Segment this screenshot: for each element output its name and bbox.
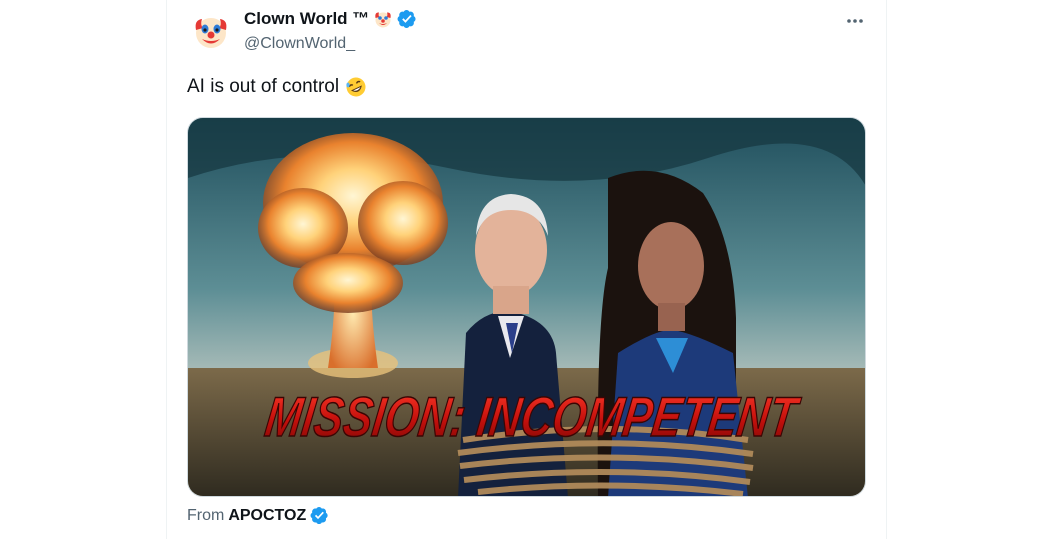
source-name[interactable]: APOCTOZ xyxy=(228,507,306,525)
source-prefix: From xyxy=(187,506,225,524)
display-name[interactable]: Clown World ™ xyxy=(244,9,369,29)
clown-emoji-icon xyxy=(375,12,391,28)
more-options-button[interactable] xyxy=(843,9,867,33)
author-handle[interactable]: @ClownWorld_ xyxy=(244,35,355,53)
tweet-text-content: AI is out of control xyxy=(187,76,340,97)
tweet-column: Clown World ™ @ClownWorld_ AI is out of … xyxy=(166,0,887,539)
tweet-text: AI is out of control xyxy=(187,76,367,98)
source-attribution: From APOCTOZ xyxy=(187,506,329,525)
tweet-media-image[interactable]: MISSION: INCOMPETENT xyxy=(187,117,866,497)
author-name-row[interactable]: Clown World ™ xyxy=(244,9,417,29)
verified-badge-icon[interactable] xyxy=(397,9,417,29)
verified-badge-icon[interactable] xyxy=(310,506,329,525)
avatar[interactable] xyxy=(191,12,231,52)
more-horizontal-icon xyxy=(847,19,863,23)
poster-artwork: MISSION: INCOMPETENT xyxy=(188,118,865,496)
poster-title-text: MISSION: INCOMPETENT xyxy=(262,385,804,448)
rolling-on-floor-laughing-emoji xyxy=(346,77,366,97)
clown-face-icon xyxy=(195,18,227,48)
